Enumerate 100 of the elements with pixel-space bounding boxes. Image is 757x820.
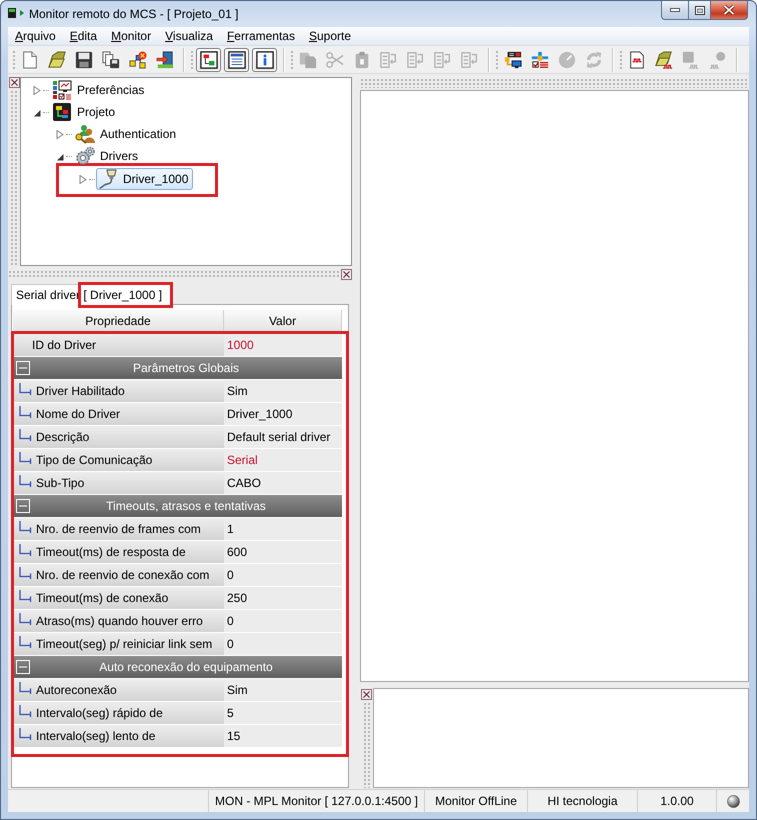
property-name: Descrição (36, 430, 90, 444)
network-monitor-icon (504, 50, 522, 68)
status-text: HI tecnologia (527, 790, 637, 812)
tree-item[interactable]: Authentication (73, 123, 182, 145)
property-name: Sub-Tipo (36, 476, 84, 490)
tree-item[interactable]: Preferências (50, 79, 150, 101)
branch-line-icon (19, 613, 32, 625)
group-header[interactable]: Auto reconexão do equipamento (14, 656, 342, 678)
branch-line-icon (19, 452, 32, 464)
column-header[interactable]: Valor (224, 310, 342, 333)
tree-view-icon (200, 50, 218, 68)
tree-item[interactable]: Driver_1000 (96, 168, 194, 190)
expand-arrow-icon[interactable] (56, 130, 64, 138)
property-value[interactable]: 0 (224, 610, 342, 632)
close-icon[interactable] (8, 77, 20, 88)
drag-handle[interactable] (10, 90, 18, 266)
property-name: Nro. de reenvio de conexão com (36, 568, 210, 582)
clipboard-icon (353, 50, 371, 68)
refresh-icon (585, 50, 603, 68)
maximize-button[interactable] (688, 1, 711, 20)
property-name: Intervalo(seg) rápido de (36, 706, 163, 720)
close-icon[interactable] (341, 268, 352, 280)
drag-handle[interactable] (290, 50, 293, 70)
branch-line-icon (19, 590, 32, 602)
group-header[interactable]: Timeouts, atrasos e tentativas (14, 495, 342, 517)
collapse-box-icon[interactable] (16, 499, 30, 513)
column-header[interactable]: Propriedade (13, 310, 224, 333)
branch-line-icon (19, 383, 32, 395)
network-icon (129, 50, 147, 68)
branch-line-icon (19, 682, 32, 694)
copy-icon (299, 50, 317, 68)
drag-handle[interactable] (360, 78, 749, 88)
collapse-arrow-icon[interactable] (33, 108, 41, 116)
expand-arrow-icon[interactable] (33, 86, 41, 94)
users-key-icon (75, 124, 95, 144)
menu-item[interactable]: Edita (62, 29, 104, 43)
status-text: 1.0.00 (637, 790, 716, 812)
property-value[interactable]: Sim (224, 679, 342, 701)
property-value[interactable]: 1000 (224, 334, 342, 356)
minimize-button[interactable] (661, 1, 688, 20)
branch-line-icon (19, 475, 32, 487)
property-value[interactable]: Serial (224, 449, 342, 471)
list-arrow-icon (461, 50, 479, 68)
folder-wave-icon (655, 50, 673, 68)
property-value[interactable]: Sim (224, 380, 342, 402)
toolbar-button[interactable] (224, 48, 249, 72)
property-value[interactable]: 250 (224, 587, 342, 609)
status-text: Monitor OffLine (424, 790, 527, 812)
list-arrow-icon (407, 50, 425, 68)
property-value[interactable]: 600 (224, 541, 342, 563)
tab[interactable]: Serial driver [ Driver_1000 ] (11, 284, 172, 305)
collapse-box-icon[interactable] (16, 361, 30, 375)
property-value[interactable]: 0 (224, 564, 342, 586)
drag-handle[interactable] (8, 270, 339, 278)
branch-line-icon (19, 521, 32, 533)
group-header[interactable]: Parâmetros Globais (14, 357, 342, 379)
scissors-icon (326, 50, 344, 68)
property-name: Timeout(ms) de conexão (36, 591, 168, 605)
menu-item[interactable]: Monitor (104, 29, 158, 43)
menu-item[interactable]: Suporte (302, 29, 358, 43)
drag-handle[interactable] (12, 50, 15, 70)
property-name: Intervalo(seg) lento de (36, 729, 156, 743)
property-value[interactable]: 0 (224, 633, 342, 655)
tree-line (89, 178, 95, 180)
property-value[interactable]: 1 (224, 518, 342, 540)
property-value[interactable]: Default serial driver (224, 426, 342, 448)
toolbar-button[interactable] (252, 48, 277, 72)
branch-line-icon (19, 705, 32, 717)
tree-item[interactable]: Projeto (50, 101, 120, 123)
status-text: MON - MPL Monitor [ 127.0.0.1:4500 ] (208, 790, 424, 812)
drag-handle[interactable] (495, 50, 498, 70)
close-button[interactable] (711, 1, 748, 20)
close-icon[interactable] (361, 689, 372, 700)
drag-handle[interactable] (619, 50, 622, 70)
property-name: Timeout(ms) de resposta de (36, 545, 186, 559)
branch-line-icon (19, 728, 32, 740)
minimize-icon (670, 8, 680, 12)
tree-item[interactable]: Drivers (73, 145, 143, 167)
drag-handle[interactable] (190, 50, 193, 70)
close-icon (723, 5, 735, 15)
property-value[interactable]: 15 (224, 725, 342, 747)
collapse-box-icon[interactable] (16, 660, 30, 674)
property-value[interactable]: 5 (224, 702, 342, 724)
branch-line-icon (19, 429, 32, 441)
group-title: Timeouts, atrasos e tentativas (106, 499, 266, 513)
document-wave-icon (628, 50, 646, 68)
menu-item[interactable]: Ferramentas (220, 29, 302, 43)
info-icon (256, 50, 274, 68)
menu-item[interactable]: Visualiza (158, 29, 220, 43)
branch-line-icon (19, 544, 32, 556)
menu-item[interactable]: Arquivo (8, 29, 63, 43)
group-title: Auto reconexão do equipamento (99, 660, 273, 674)
expand-arrow-icon[interactable] (79, 174, 87, 184)
collapse-arrow-icon[interactable] (56, 152, 64, 160)
checklist-icon (531, 50, 549, 68)
property-value[interactable]: CABO (224, 472, 342, 494)
window-title: Monitor remoto do MCS - [ Projeto_01 ] (29, 7, 238, 21)
property-value[interactable]: Driver_1000 (224, 403, 342, 425)
drag-handle[interactable] (362, 702, 370, 788)
toolbar-button[interactable] (196, 48, 221, 72)
